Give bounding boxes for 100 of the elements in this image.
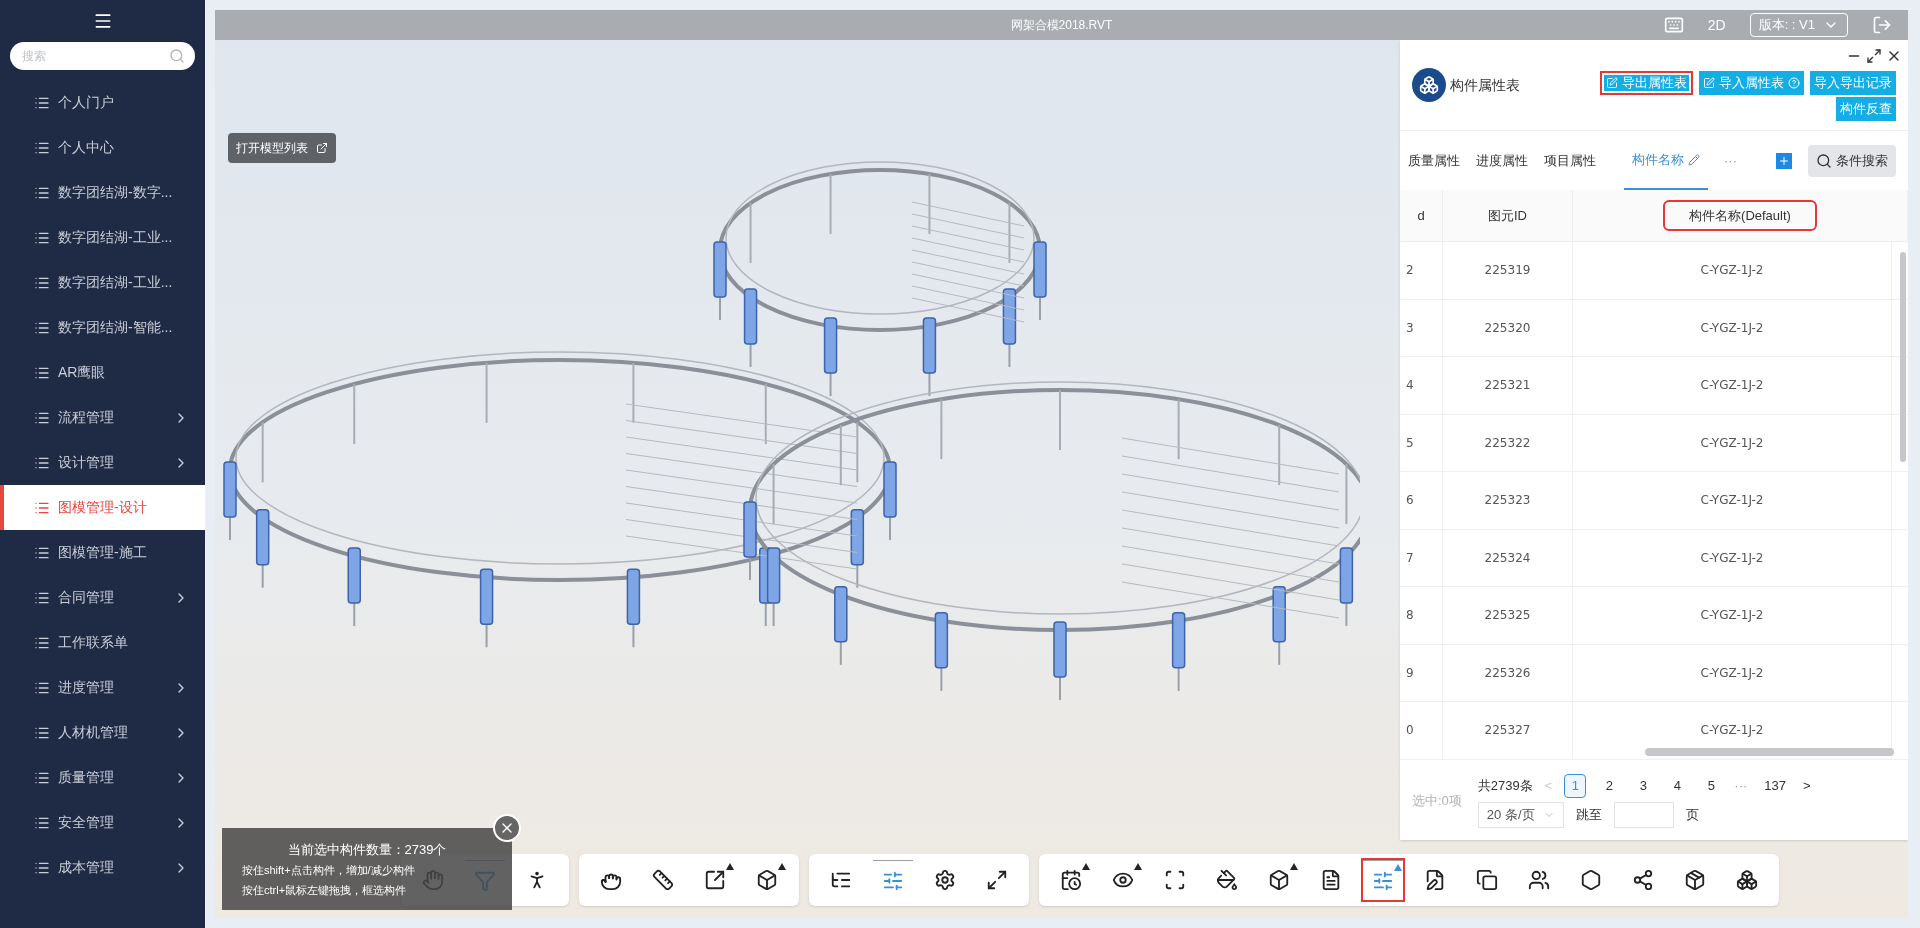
page-button[interactable]: 3 <box>1632 774 1655 798</box>
sidebar-item[interactable]: 设计管理 <box>0 440 205 485</box>
settings-icon <box>934 869 956 891</box>
sidebar-item[interactable]: AR鹰眼 <box>0 350 205 395</box>
panel-title: 构件属性表 <box>1450 75 1520 95</box>
table-cell-text: 225320 <box>1484 319 1531 337</box>
page-ellipsis: ··· <box>1734 777 1748 796</box>
sidebar-item[interactable]: 个人中心 <box>0 125 205 170</box>
cube-icon <box>1268 869 1290 891</box>
total-count: 共2739条 <box>1477 777 1533 796</box>
sidebar-item[interactable]: 成本管理 <box>0 845 205 890</box>
expand-icon <box>986 869 1008 891</box>
column-header: 图元ID <box>1488 206 1527 225</box>
table-cell-text: 5 <box>1406 434 1414 452</box>
cube-icon <box>756 869 778 891</box>
table-cell-text: 6 <box>1406 492 1414 510</box>
table-cell-text: 225321 <box>1484 377 1531 395</box>
sidebar-item[interactable]: 个人门户 <box>0 80 205 125</box>
sidebar-item[interactable]: 图模管理-设计 <box>0 485 205 530</box>
share-icon <box>1632 869 1654 891</box>
page-input[interactable] <box>1613 802 1674 828</box>
open-model-list-button[interactable]: 打开模型列表 <box>228 133 336 163</box>
table-cell-text: 225319 <box>1484 262 1531 280</box>
column-header: 构件名称(Default) <box>1665 201 1815 230</box>
close-overlay-button[interactable] <box>493 814 521 842</box>
resize-icon[interactable] <box>1866 48 1882 64</box>
arrow-box-icon <box>704 869 726 891</box>
edit-icon <box>1703 77 1715 89</box>
sidebar-item[interactable]: 质量管理 <box>0 755 205 800</box>
sidebar-item[interactable]: 人材机管理 <box>0 710 205 755</box>
document-pen-icon <box>1424 869 1446 891</box>
package-icon <box>1684 869 1706 891</box>
sidebar-item[interactable]: 数字团结湖-工业... <box>0 260 205 305</box>
boxes-icon <box>1736 869 1758 891</box>
sidebar-item[interactable]: 安全管理 <box>0 800 205 845</box>
jump-label: 跳至 <box>1575 806 1602 825</box>
table-cell-text: C-YGZ-1J-2 <box>1700 549 1764 567</box>
pencil-icon <box>1688 153 1700 166</box>
sidebar-item[interactable]: 进度管理 <box>0 665 205 710</box>
people-icon <box>1528 869 1550 891</box>
add-tab-button[interactable] <box>1776 152 1792 169</box>
external-link-icon <box>316 142 328 154</box>
table-cell-text: C-YGZ-1J-2 <box>1700 664 1764 682</box>
selection-info-text: 按住ctrl+鼠标左键拖拽，框选构件 <box>242 882 408 898</box>
table-cell-text: 4 <box>1406 377 1414 395</box>
sidebar-item[interactable]: 工作联系单 <box>0 620 205 665</box>
table-cell-text: 225325 <box>1484 607 1531 625</box>
paint-bucket-icon <box>1216 869 1238 891</box>
next-page-button[interactable]: > <box>1803 776 1811 796</box>
sidebar-item[interactable]: 合同管理 <box>0 575 205 620</box>
column-header: d <box>1417 206 1425 225</box>
table-cell-text: C-YGZ-1J-2 <box>1700 607 1764 625</box>
ruler-icon <box>652 869 674 891</box>
vertical-scrollbar[interactable] <box>1900 252 1906 462</box>
edit-icon <box>1606 77 1618 89</box>
search-field[interactable]: 搜索 <box>10 42 195 70</box>
scan-icon <box>1164 869 1186 891</box>
logo-icon <box>1412 68 1446 102</box>
page-button[interactable]: 4 <box>1666 774 1689 798</box>
plus-icon <box>1778 154 1790 167</box>
selected-count: 选中:0项 <box>1412 792 1462 811</box>
sidebar-item[interactable]: 图模管理-施工 <box>0 530 205 575</box>
table-cell-text: 7 <box>1406 549 1414 567</box>
horizontal-scrollbar[interactable] <box>1645 748 1894 756</box>
table-cell-text: C-YGZ-1J-2 <box>1700 262 1764 280</box>
table-cell-text: 8 <box>1406 607 1414 625</box>
page-button[interactable]: 5 <box>1700 774 1723 798</box>
sidebar-item[interactable]: 数字团结湖-智能... <box>0 305 205 350</box>
page-button[interactable]: 2 <box>1598 774 1621 798</box>
table-cell-text: 2 <box>1406 262 1414 280</box>
table-cell-text: 225324 <box>1484 549 1531 567</box>
copy-icon <box>1476 869 1498 891</box>
hexagon-icon <box>1580 869 1602 891</box>
table-cell-text: C-YGZ-1J-2 <box>1700 377 1764 395</box>
table-cell-text: 9 <box>1406 664 1414 682</box>
table-cell-text: 0 <box>1406 722 1414 740</box>
table-cell-text: 225327 <box>1484 722 1531 740</box>
page-button[interactable]: 137 <box>1759 774 1792 798</box>
sidebar-item[interactable]: 流程管理 <box>0 395 205 440</box>
table-cell-text: C-YGZ-1J-2 <box>1700 434 1764 452</box>
document-icon <box>1320 869 1342 891</box>
table-cell-text: C-YGZ-1J-2 <box>1700 319 1764 337</box>
property-tab[interactable]: 质量属性 <box>1408 131 1460 190</box>
viewer-title: 网架合模2018.RVT <box>1010 17 1113 34</box>
calendar-clock-icon <box>1060 869 1082 891</box>
page-suffix: 页 <box>1685 806 1699 825</box>
selection-info-text: 当前选中构件数量：2739个 <box>286 840 448 859</box>
table-cell-text: C-YGZ-1J-2 <box>1700 722 1764 740</box>
help-icon <box>1788 77 1800 89</box>
sidebar-item[interactable]: 数字团结湖-工业... <box>0 215 205 260</box>
property-tab[interactable]: 项目属性 <box>1544 131 1596 190</box>
sidebar-item[interactable]: 数字团结湖-数字... <box>0 170 205 215</box>
property-tab[interactable]: 进度属性 <box>1476 131 1528 190</box>
sliders-icon <box>882 869 904 892</box>
selection-info-text: 按住shift+点击构件，增加/减少构件 <box>242 863 416 879</box>
condition-search-button[interactable]: 条件搜索 <box>1808 144 1896 177</box>
page-size-select[interactable]: 20 条/页 <box>1477 802 1564 828</box>
search-icon <box>1816 152 1832 169</box>
sliders-icon <box>1372 869 1394 892</box>
table-cell-text: 225326 <box>1484 664 1531 682</box>
